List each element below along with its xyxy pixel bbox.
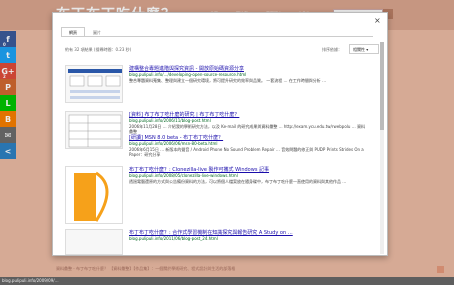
result-title[interactable]: 布丁布丁吃什麼？: 合作式學習機制在知識探究與報告研究 A Study on … — [129, 229, 293, 236]
diagram-thumbnail-icon — [68, 69, 122, 99]
result-title[interactable]: [資料] 布丁布丁吃什麼的研究 | 布丁布丁吃什麼？ — [129, 111, 239, 118]
result-title[interactable]: 建構整合專題進階與探究資訊 - 開放原始碼資源分享 — [129, 65, 244, 72]
sort-select[interactable]: 相關性 ▾ — [349, 44, 379, 54]
status-url: blog.pulipuli.info/2009/09/… — [2, 278, 59, 283]
sort-label: 排序依據： — [322, 47, 342, 52]
search-result[interactable]: 布丁布丁吃什麼？: Clonezilla-live 製作可攜式 Windows … — [65, 166, 371, 224]
result-url: blog.pulipuli.info/2006/06/msn-80-beta.h… — [129, 141, 218, 146]
result-thumbnail[interactable] — [65, 65, 123, 103]
result-url: blog.pulipuli.info/2008/05/clonezilla-li… — [129, 173, 238, 178]
search-results-dialog: × 網頁 圖片 約有 32 項結果 (搜尋時間：0.23 秒) 排序依據： 相關… — [52, 12, 388, 256]
result-snippet: 2006年6月15日 … 新版本的聲音 / Android Phone No S… — [129, 147, 364, 157]
result-snippet: 整合專題資料蒐集、整理與建立一個研究環境，將可提升研究的效率與品質。 一套流程 … — [129, 78, 327, 83]
windows-thumbnail-icon — [66, 167, 122, 223]
result-thumbnail[interactable] — [65, 229, 123, 255]
status-bar — [0, 277, 454, 285]
search-result[interactable]: 建構整合專題進階與探究資訊 - 開放原始碼資源分享 blog.pulipuli.… — [65, 65, 371, 105]
result-snippet: 2006年11月28日 … 介紹我的學術研究方法，以及 Ke-mail 的研究成… — [129, 124, 365, 134]
result-title[interactable]: [研讀] MSN 8.0 beta - 布丁布丁吃什麼？ — [129, 134, 223, 141]
close-icon[interactable]: × — [374, 16, 381, 25]
search-result[interactable]: 布丁布丁吃什麼？: 合作式學習機制在知識探究與報告研究 A Study on …… — [65, 229, 371, 269]
tab-divider — [61, 36, 373, 37]
result-url: blog.pulipuli.info/.../developing-open-s… — [129, 72, 247, 77]
result-snippet: 透過電腦還原的方式與公告備份資料的方法，可以將個人檔案放在隨身碟中，布丁布丁吃什… — [129, 179, 347, 184]
result-thumbnail[interactable] — [65, 166, 123, 224]
back-to-top-button[interactable] — [437, 266, 444, 273]
result-url: blog.pulipuli.info/2006/11/blog-post.htm… — [129, 118, 211, 123]
result-stats: 約有 32 項結果 (搜尋時間：0.23 秒) — [65, 47, 132, 52]
result-title[interactable]: 布丁布丁吃什麼？: Clonezilla-live 製作可攜式 Windows … — [129, 166, 269, 173]
result-url: blog.pulipuli.info/2011/06/blog-post_24.… — [129, 236, 218, 241]
dialog-scrollbar-thumb[interactable] — [380, 42, 384, 130]
